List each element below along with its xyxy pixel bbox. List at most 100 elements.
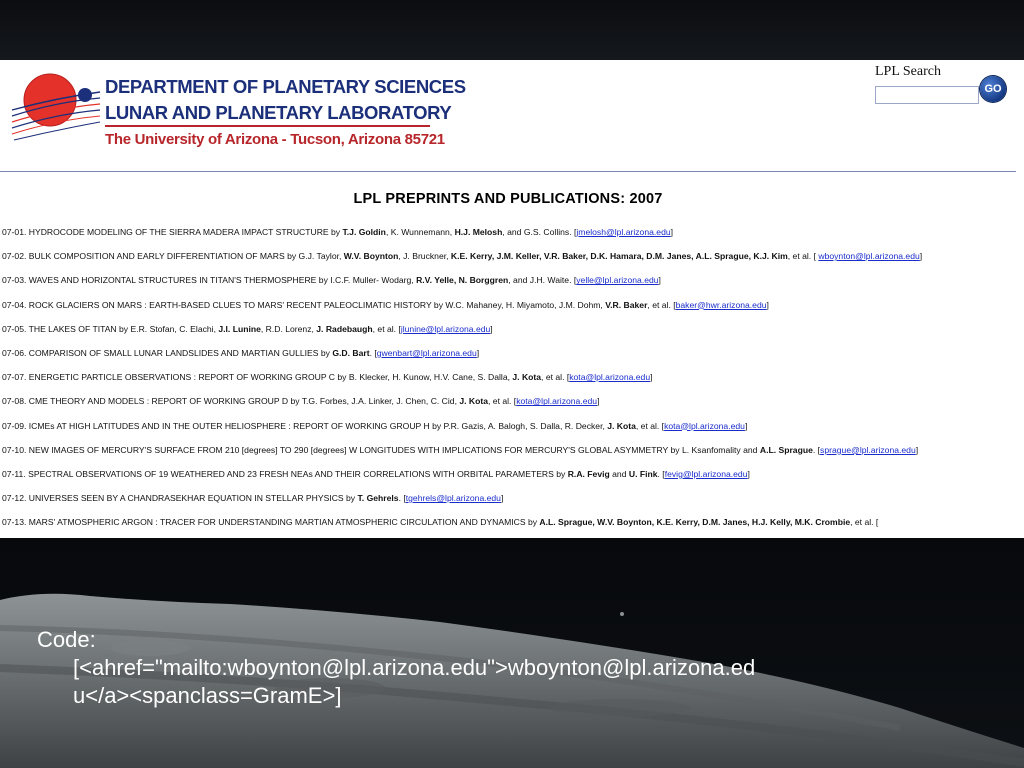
publication-item: 07-07. ENERGETIC PARTICLE OBSERVATIONS :… — [2, 371, 1012, 383]
publication-text: , and G.S. Collins. [ — [502, 227, 577, 237]
search-input[interactable] — [875, 86, 979, 104]
author-email-link[interactable]: baker@hwr.arizona.edu — [676, 300, 767, 310]
publication-number: 07-02. — [2, 251, 29, 262]
author-email-link[interactable]: jlunine@lpl.arizona.edu — [401, 324, 490, 334]
publication-text: . [ — [657, 468, 665, 479]
author-name: G.D. Bart — [332, 347, 370, 358]
laboratory-title: LUNAR AND PLANETARY LABORATORY — [105, 102, 452, 123]
publication-item: 07-11. SPECTRAL OBSERVATIONS OF 19 WEATH… — [2, 468, 1012, 480]
author-email-link[interactable]: wboynton@lpl.arizona.edu — [818, 251, 919, 261]
publication-text: , et al. [ — [647, 299, 676, 310]
code-line-2: u</a><spanclass=GramE>] — [73, 683, 342, 708]
code-label: Code: — [37, 627, 96, 652]
code-line-1: [<ahref="mailto:wboynton@lpl.arizona.edu… — [73, 655, 756, 680]
publication-text: ] — [744, 420, 748, 431]
publication-number: 07-08. — [2, 396, 29, 407]
publication-item: 07-01. HYDROCODE MODELING OF THE SIERRA … — [2, 226, 1012, 238]
author-name: A.L. Sprague, W.V. Boynton, K.E. Kerry, … — [539, 517, 851, 528]
publication-text: ] — [476, 347, 480, 358]
publication-text: COMPARISON OF SMALL LUNAR LANDSLIDES AND… — [28, 347, 333, 358]
university-line: The University of Arizona - Tucson, Ariz… — [105, 131, 445, 148]
publication-number: 07-01. — [2, 227, 29, 237]
author-name: T. Gehrels — [357, 493, 399, 504]
publication-number: 07-06. — [2, 347, 29, 358]
publication-number: 07-10. — [2, 444, 29, 455]
author-name: U. Fink — [628, 468, 658, 479]
publication-number: 07-03. — [2, 275, 29, 286]
publication-text: ICMEs AT HIGH LATITUDES AND IN THE OUTER… — [28, 420, 608, 431]
author-name: J. Kota — [607, 420, 636, 431]
author-email-link[interactable]: kota@lpl.arizona.edu — [664, 421, 745, 431]
author-email-link[interactable]: gwenbart@lpl.arizona.edu — [377, 348, 477, 358]
publication-text: , and J.H. Waite. [ — [508, 275, 577, 286]
publication-item: 07-02. BULK COMPOSITION AND EARLY DIFFER… — [2, 250, 1012, 262]
author-email-link[interactable]: sprague@lpl.arizona.edu — [820, 445, 916, 455]
publication-text: SPECTRAL OBSERVATIONS OF 19 WEATHERED AN… — [28, 468, 568, 479]
publication-text: , et al. [ — [635, 420, 665, 431]
author-name: J. Kota — [459, 396, 489, 407]
publication-text: ] — [650, 372, 653, 383]
publication-text: THE LAKES OF TITAN by E.R. Stofan, C. El… — [28, 323, 219, 334]
publication-number: 07-11. — [2, 468, 29, 479]
publication-item: 07-06. COMPARISON OF SMALL LUNAR LANDSLI… — [2, 347, 1012, 359]
publication-item: 07-08. CME THEORY AND MODELS : REPORT OF… — [2, 395, 1012, 407]
author-name: K.E. Kerry, J.M. Keller, V.R. Baker, D.K… — [450, 251, 788, 262]
publication-text: MARS' ATMOSPHERIC ARGON : TRACER FOR UND… — [28, 517, 540, 528]
publication-item: 07-04. ROCK GLACIERS ON MARS : EARTH-BAS… — [2, 299, 1012, 311]
header-divider — [105, 125, 430, 127]
publication-text: , et al. [ — [372, 323, 401, 334]
embedded-webpage: DEPARTMENT OF PLANETARY SCIENCES LUNAR A… — [0, 60, 1024, 538]
publication-text: ] — [670, 227, 674, 237]
author-email-link[interactable]: tgehrels@lpl.arizona.edu — [406, 493, 501, 503]
publication-text: ] — [747, 468, 750, 479]
publication-text: , et al. [ — [787, 251, 819, 262]
author-name: W.V. Boynton — [343, 251, 399, 262]
author-email-link[interactable]: kota@lpl.arizona.edu — [569, 372, 650, 382]
publication-text: . [ — [369, 347, 377, 358]
author-name: A.L. Sprague — [759, 444, 813, 455]
publication-number: 07-04. — [2, 299, 29, 310]
publication-text: ENERGETIC PARTICLE OBSERVATIONS : REPORT… — [28, 372, 513, 383]
page-title: LPL PREPRINTS AND PUBLICATIONS: 2007 — [353, 191, 663, 207]
top-band — [0, 0, 1024, 60]
publication-list: 07-01. HYDROCODE MODELING OF THE SIERRA … — [2, 226, 1012, 538]
publication-number: 07-13. — [2, 517, 29, 528]
author-name: R.A. Fevig — [567, 468, 610, 479]
publication-text: ] — [766, 299, 769, 310]
author-name: J. Kota — [512, 372, 542, 383]
publication-text: UNIVERSES SEEN BY A CHANDRASEKHAR EQUATI… — [28, 493, 358, 504]
publication-item: 07-05. THE LAKES OF TITAN by E.R. Stofan… — [2, 323, 1012, 335]
publication-text: ] — [500, 493, 504, 504]
publication-text: CME THEORY AND MODELS : REPORT OF WORKIN… — [28, 396, 460, 407]
publication-item: 07-03. WAVES AND HORIZONTAL STRUCTURES I… — [2, 274, 1012, 286]
publication-text: ] — [919, 251, 923, 262]
publication-text: , K. Wunnemann, — [385, 227, 455, 237]
author-email-link[interactable]: jmelosh@lpl.arizona.edu — [576, 227, 670, 237]
search-label: LPL Search — [875, 64, 941, 79]
author-email-link[interactable]: fevig@lpl.arizona.edu — [665, 469, 748, 479]
department-title: DEPARTMENT OF PLANETARY SCIENCES — [105, 76, 466, 97]
author-name: T.J. Goldin — [342, 227, 386, 237]
publication-text: ROCK GLACIERS ON MARS : EARTH-BASED CLUE… — [28, 299, 606, 310]
publication-item: 07-13. MARS' ATMOSPHERIC ARGON : TRACER … — [2, 516, 1012, 528]
publication-text: and — [609, 468, 629, 479]
author-name: R.V. Yelle, N. Borggren — [416, 275, 509, 286]
author-name: V.R. Baker — [605, 299, 648, 310]
go-button[interactable]: GO — [980, 76, 1006, 102]
publication-text: , J. Bruckner, — [398, 251, 451, 262]
publication-text: NEW IMAGES OF MERCURY'S SURFACE FROM 210… — [28, 444, 760, 455]
publication-text: BULK COMPOSITION AND EARLY DIFFERENTIATI… — [28, 251, 344, 262]
author-name: J. Radebaugh — [316, 323, 373, 334]
publication-text: ] — [658, 275, 661, 286]
publication-number: 07-07. — [2, 372, 29, 383]
publication-text: WAVES AND HORIZONTAL STRUCTURES IN TITAN… — [28, 275, 417, 286]
page-header: DEPARTMENT OF PLANETARY SCIENCES LUNAR A… — [0, 60, 1024, 172]
author-name: J.I. Lunine — [218, 323, 261, 334]
publication-text: , et al. [ — [541, 372, 570, 383]
author-email-link[interactable]: yelle@lpl.arizona.edu — [576, 275, 658, 285]
author-email-link[interactable]: kota@lpl.arizona.edu — [516, 396, 597, 406]
publication-item: 07-09. ICMEs AT HIGH LATITUDES AND IN TH… — [2, 420, 1012, 432]
code-caption: Code: [<ahref="mailto:wboynton@lpl.arizo… — [37, 626, 967, 710]
publication-number: 07-09. — [2, 420, 29, 431]
publication-text: . [ — [812, 444, 821, 455]
